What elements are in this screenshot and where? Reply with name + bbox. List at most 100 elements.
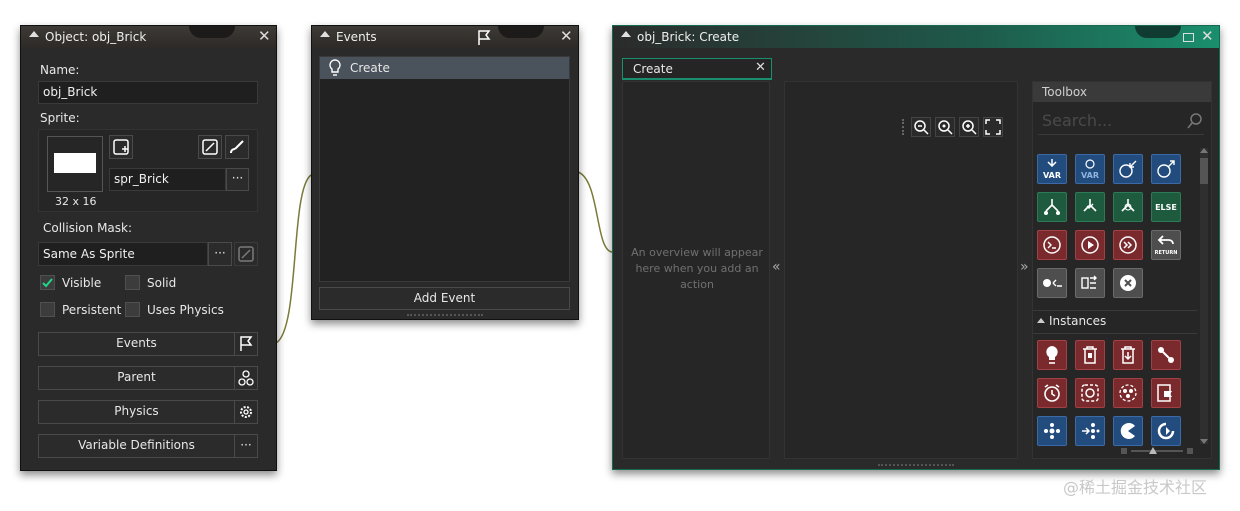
sprite-size: 32 x 16 bbox=[55, 195, 97, 208]
tab-label: Create bbox=[633, 62, 673, 76]
if-undefined-tile[interactable] bbox=[1113, 192, 1143, 222]
code-window-titlebar[interactable]: obj_Brick: Create ✕ bbox=[613, 26, 1219, 48]
collapse-icon[interactable] bbox=[621, 31, 631, 37]
if-variable-tile[interactable] bbox=[1037, 192, 1067, 222]
sprite-browse-button[interactable]: ··· bbox=[226, 168, 249, 191]
sprite-name-field[interactable]: spr_Brick bbox=[109, 168, 226, 191]
instance-rotate-tile[interactable] bbox=[1151, 416, 1181, 446]
flag-icon bbox=[240, 336, 253, 351]
close-icon[interactable]: ✕ bbox=[1201, 28, 1214, 44]
physics-button[interactable]: Physics bbox=[38, 400, 235, 424]
globe-arrow-in-icon bbox=[1119, 160, 1137, 178]
switch-tile[interactable] bbox=[1075, 268, 1105, 298]
new-sprite-button[interactable] bbox=[109, 135, 133, 159]
comment-icon bbox=[1043, 279, 1062, 287]
fit-screen-button[interactable] bbox=[983, 117, 1003, 137]
paint-sprite-button[interactable] bbox=[225, 135, 249, 159]
object-window-titlebar[interactable]: Object: obj_Brick ✕ bbox=[21, 26, 276, 48]
toolbox-header: Toolbox bbox=[1033, 82, 1211, 102]
else-tile[interactable]: ELSE bbox=[1151, 192, 1181, 222]
zoom-in-button[interactable] bbox=[959, 117, 979, 137]
instances-header[interactable]: Instances bbox=[1033, 310, 1197, 334]
edit-image-icon bbox=[202, 139, 218, 155]
clock-var-icon bbox=[1085, 159, 1095, 169]
solid-checkbox[interactable] bbox=[125, 275, 140, 290]
tab-create[interactable]: Create ✕ bbox=[622, 58, 772, 79]
collision-mask-edit-button[interactable] bbox=[234, 242, 258, 266]
parent-icon-button[interactable] bbox=[234, 366, 258, 390]
execute-code-tile[interactable] bbox=[1037, 230, 1067, 260]
add-event-button[interactable]: Add Event bbox=[319, 287, 570, 310]
uses-physics-label: Uses Physics bbox=[147, 303, 224, 317]
uses-physics-checkbox[interactable] bbox=[125, 302, 140, 317]
call-function-tile[interactable] bbox=[1113, 230, 1143, 260]
branch-down-icon bbox=[1044, 199, 1060, 215]
event-item-create[interactable]: Create bbox=[320, 57, 569, 79]
zoom-bar-grip[interactable] bbox=[902, 119, 907, 135]
slider-thumb[interactable] bbox=[1149, 447, 1157, 454]
events-button[interactable]: Events bbox=[38, 332, 235, 356]
toolbox-search-input[interactable]: Search... bbox=[1038, 108, 1204, 135]
toolbox-zoom-slider[interactable] bbox=[1121, 447, 1193, 454]
parent-button[interactable]: Parent bbox=[38, 366, 235, 390]
resize-grip[interactable] bbox=[407, 314, 483, 319]
get-global-variable-tile[interactable] bbox=[1113, 154, 1143, 184]
fullscreen-icon bbox=[985, 119, 1001, 135]
events-icon-button[interactable] bbox=[234, 332, 258, 356]
toolbox-scrollbar[interactable] bbox=[1200, 148, 1208, 444]
if-expression-tile[interactable] bbox=[1075, 192, 1105, 222]
search-placeholder: Search... bbox=[1042, 111, 1113, 130]
group-circles-icon bbox=[1119, 384, 1137, 402]
exit-event-tile[interactable] bbox=[1113, 268, 1143, 298]
scroll-down-icon[interactable] bbox=[1200, 439, 1208, 444]
collapse-left-icon[interactable]: « bbox=[772, 259, 781, 275]
variable-definitions-more-button[interactable]: ··· bbox=[234, 434, 258, 458]
instance-variable-tile[interactable] bbox=[1037, 416, 1067, 446]
instance-path-tile[interactable] bbox=[1151, 340, 1181, 370]
edit-sprite-button[interactable] bbox=[198, 135, 222, 159]
collapse-right-icon[interactable]: » bbox=[1020, 259, 1029, 275]
destroy-instance-tile[interactable] bbox=[1075, 340, 1105, 370]
visible-label: Visible bbox=[62, 276, 102, 290]
visible-checkbox[interactable] bbox=[40, 275, 55, 290]
branch-check-icon bbox=[1083, 199, 1097, 212]
set-global-variable-tile[interactable] bbox=[1151, 154, 1181, 184]
scroll-up-icon[interactable] bbox=[1200, 148, 1208, 153]
zoom-out-button[interactable] bbox=[911, 117, 931, 137]
zoom-in-icon bbox=[962, 120, 977, 135]
set-alarm-tile[interactable] bbox=[1037, 378, 1067, 408]
scroll-thumb[interactable] bbox=[1200, 158, 1208, 184]
close-icon[interactable]: ✕ bbox=[560, 28, 573, 44]
comment-tile[interactable] bbox=[1037, 268, 1067, 298]
collision-mask-browse-button[interactable]: ··· bbox=[208, 242, 232, 266]
declare-global-variable-tile[interactable]: VAR bbox=[1075, 154, 1105, 184]
maximize-icon[interactable] bbox=[1183, 33, 1194, 42]
resize-grip[interactable] bbox=[878, 464, 954, 469]
declare-temp-variable-tile[interactable]: VAR bbox=[1037, 154, 1067, 184]
else-text: ELSE bbox=[1155, 202, 1177, 212]
sprite-preview bbox=[54, 153, 96, 173]
canvas-panel bbox=[784, 81, 1018, 459]
fast-forward-icon bbox=[1119, 236, 1137, 254]
close-icon[interactable]: ✕ bbox=[258, 28, 271, 44]
instance-pie-tile[interactable] bbox=[1113, 416, 1143, 446]
instance-count-tile[interactable] bbox=[1075, 378, 1105, 408]
set-instance-variable-tile[interactable] bbox=[1075, 416, 1105, 446]
collision-mask-field[interactable]: Same As Sprite bbox=[38, 242, 208, 266]
overview-text: An overview will appear here when you ad… bbox=[631, 246, 763, 291]
change-instance-tile[interactable] bbox=[1113, 340, 1143, 370]
events-window-titlebar[interactable]: Events ✕ bbox=[312, 26, 578, 48]
instance-exists-tile[interactable] bbox=[1113, 378, 1143, 408]
physics-icon-button[interactable] bbox=[234, 400, 258, 424]
execute-script-tile[interactable] bbox=[1075, 230, 1105, 260]
create-instance-tile[interactable] bbox=[1037, 340, 1067, 370]
return-tile[interactable]: RETURN bbox=[1151, 230, 1181, 260]
zoom-reset-button[interactable] bbox=[935, 117, 955, 137]
persistent-checkbox[interactable] bbox=[40, 302, 55, 317]
collapse-icon[interactable] bbox=[29, 31, 39, 37]
name-field[interactable]: obj_Brick bbox=[38, 81, 258, 104]
variable-definitions-button[interactable]: Variable Definitions bbox=[38, 434, 235, 458]
instance-event-tile[interactable] bbox=[1151, 378, 1181, 408]
collapse-icon[interactable] bbox=[320, 31, 330, 37]
tab-close-icon[interactable]: ✕ bbox=[755, 60, 766, 76]
